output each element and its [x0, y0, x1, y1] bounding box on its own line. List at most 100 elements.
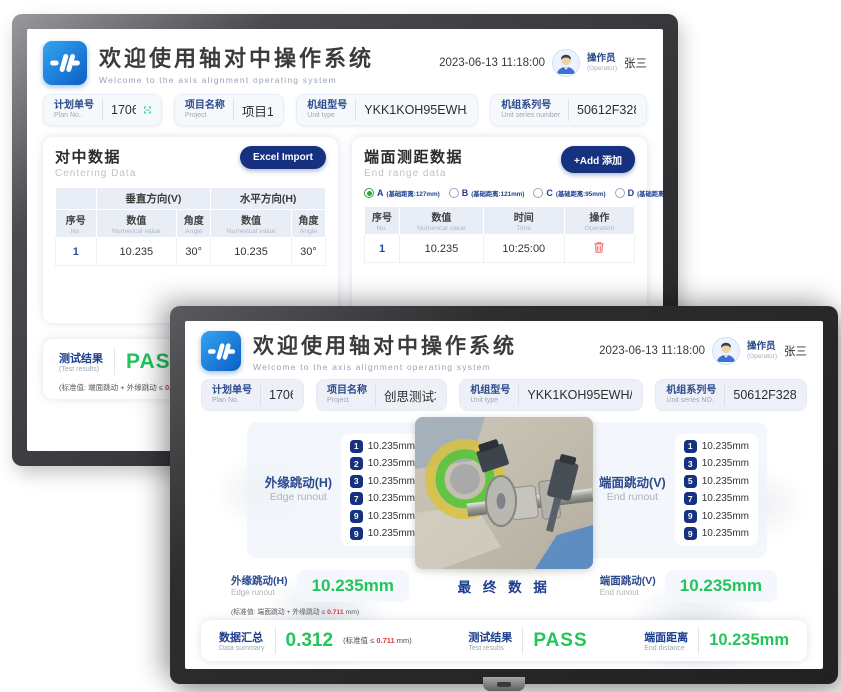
cell-value-h: 10.235	[211, 238, 292, 266]
end-distance-value: 10.235mm	[709, 631, 789, 650]
cell-no: 1	[365, 235, 400, 263]
add-button[interactable]: +Add 添加	[561, 146, 635, 173]
end-range-table: 序号No. 数值Numerical value 时间Time 操作Operati…	[364, 206, 635, 263]
edge-runout-final-sublabel: Edge runout	[231, 588, 288, 598]
test-result-sublabel: (Test results)	[59, 366, 103, 373]
unit-serial-label: 机组系列号	[501, 100, 560, 112]
excel-import-button[interactable]: Excel Import	[240, 146, 326, 169]
edge-runout-final-label: 外缘跳动(H)	[231, 575, 288, 588]
screen-2: 欢迎使用轴对中操作系统 Welcome to the axis alignmen…	[185, 321, 823, 669]
cell-no: 1	[56, 238, 97, 266]
project-value: 创思测试项目	[384, 386, 436, 405]
end-runout-final-value: 10.235mm	[665, 570, 777, 602]
project-sublabel: Project	[327, 397, 367, 405]
app-logo	[201, 331, 241, 371]
list-item: 510.235mm	[684, 475, 749, 488]
cell-angle-h: 30°	[291, 238, 325, 266]
screen1-header: 欢迎使用轴对中操作系统 Welcome to the axis alignmen…	[43, 41, 647, 85]
end-runout-final-sublabel: End runout	[600, 588, 656, 598]
operator-block: 操作员 (Operator)	[747, 342, 777, 360]
cell-time: 10:25:00	[483, 235, 564, 263]
page-title: 欢迎使用轴对中操作系统	[99, 41, 374, 73]
unit-serial-sublabel: Unit series number	[501, 112, 560, 120]
list-item: 710.235mm	[684, 492, 749, 505]
end-runout-label: 端面跳动(V)	[590, 476, 675, 492]
col-no: 序号No.	[56, 210, 97, 238]
project-field[interactable]: 项目名称 Project 项目1	[174, 94, 284, 126]
project-sublabel: Project	[185, 112, 225, 120]
unit-type-label: 机组型号	[307, 100, 347, 112]
centering-data-panel: 对中数据 Centering Data Excel Import 垂直方向(V)…	[43, 137, 338, 323]
unit-serial-label: 机组系列号	[666, 385, 716, 397]
operator-sublabel: (Operator)	[747, 353, 777, 360]
screen1-fields-row: 计划单号 Plan No.. 170623 项目名称 Project 项目1 机…	[43, 94, 647, 126]
col-no: 序号No.	[365, 207, 400, 235]
plan-no-label: 计划单号	[54, 100, 94, 112]
end-runout-final-label: 端面跳动(V)	[600, 575, 656, 588]
edge-runout-values: 110.235mm 210.235mm 310.235mm 710.235mm …	[341, 434, 424, 547]
test-result-value: PASS	[533, 630, 587, 652]
radio-dot-icon	[449, 188, 459, 198]
datetime: 2023-06-13 11:18:00	[439, 57, 545, 69]
trash-icon	[593, 241, 605, 254]
unit-serial-value: 50612F32804193	[577, 103, 636, 117]
radio-b[interactable]: B(基础距离:121mm)	[449, 188, 525, 198]
plan-no-value: 170623	[269, 388, 293, 402]
data-summary-card: 数据汇总 Data summary 0.312 (标准值 ≤ 0.711 mm)…	[201, 620, 807, 661]
project-field[interactable]: 项目名称 Project 创思测试项目	[316, 379, 447, 411]
unit-type-sublabel: Unit type	[307, 112, 347, 120]
table-row: 1 10.235 30° 10.235 30°	[56, 238, 326, 266]
plan-no-field[interactable]: 计划单号 Plan No.. 170623	[43, 94, 162, 126]
unit-serial-field[interactable]: 机组系列号 Unit series number 50612F32804193	[490, 94, 647, 126]
unit-type-field[interactable]: 机组型号 Unit type YKK1KOH95EWH/R022BERL	[296, 94, 478, 126]
operator-label: 操作员	[587, 54, 617, 64]
end-runout-sublabel: End runout	[590, 491, 675, 504]
page-subtitle: Welcome to the axis alignment operating …	[99, 75, 374, 85]
unit-type-sublabel: Unit type	[470, 397, 510, 405]
horizontal-group-header: 水平方向(H)	[211, 188, 326, 210]
centering-table: 垂直方向(V) 水平方向(H) 序号No. 数值Numerical value …	[55, 187, 326, 266]
cell-value-v: 10.235	[96, 238, 177, 266]
list-item: 710.235mm	[350, 492, 415, 505]
unit-serial-field[interactable]: 机组系列号 Unit series NO. 50612F32804193	[655, 379, 807, 411]
radio-c[interactable]: C(基础距离:95mm)	[533, 188, 605, 198]
test-result-sublabel: Test results	[468, 645, 512, 652]
unit-type-field[interactable]: 机组型号 Unit type YKK1KOH95EWH/R022BERL	[459, 379, 643, 411]
data-summary-standard: (标准值 ≤ 0.711 mm)	[343, 635, 412, 646]
radio-a[interactable]: A(基础距离:127mm)	[364, 188, 440, 198]
page: 欢迎使用轴对中操作系统 Welcome to the axis alignmen…	[0, 0, 841, 692]
centering-title: 对中数据	[55, 146, 136, 167]
scan-icon[interactable]	[144, 104, 151, 116]
operator-sublabel: (Operator)	[587, 65, 617, 72]
end-runout-values: 110.235mm 310.235mm 510.235mm 710.235mm …	[675, 434, 758, 547]
monitor-2-bezel: 欢迎使用轴对中操作系统 Welcome to the axis alignmen…	[170, 306, 838, 684]
screen2-fields-row: 计划单号 Plan No. 170623 项目名称 Project 创思测试项目…	[201, 379, 807, 411]
edge-runout-card: 外缘跳动(H) Edge runout 110.235mm 210.235mm …	[247, 422, 433, 558]
page-title: 欢迎使用轴对中操作系统	[253, 330, 517, 360]
unit-serial-sublabel: Unit series NO.	[666, 397, 716, 405]
test-result-label: 测试结果	[59, 350, 103, 366]
radio-d[interactable]: D(基础距离:89mm)	[615, 188, 663, 198]
screen2-header: 欢迎使用轴对中操作系统 Welcome to the axis alignmen…	[201, 329, 807, 373]
project-label: 项目名称	[327, 385, 367, 397]
vertical-group-header: 垂直方向(V)	[96, 188, 211, 210]
operator-block: 操作员 (Operator)	[587, 54, 617, 72]
cell-angle-v: 30°	[177, 238, 211, 266]
endrange-subtitle: End range data	[364, 168, 463, 179]
monitor-stand	[483, 677, 525, 691]
col-value-v: 数值Numerical value	[96, 210, 177, 238]
project-label: 项目名称	[185, 100, 225, 112]
list-item: 310.235mm	[350, 475, 415, 488]
centering-subtitle: Centering Data	[55, 168, 136, 179]
machine-photo	[415, 417, 593, 569]
edge-runout-sublabel: Edge runout	[256, 491, 341, 504]
delete-row-button[interactable]	[589, 240, 609, 258]
table-row: 1 10.235 10:25:00	[365, 235, 635, 263]
axis-logo-icon	[48, 46, 82, 80]
unit-serial-value: 50612F32804193	[733, 388, 796, 402]
operator-avatar	[712, 337, 740, 365]
end-distance-sublabel: End distance	[644, 645, 688, 652]
plan-no-field[interactable]: 计划单号 Plan No. 170623	[201, 379, 304, 411]
final-data-title: 最 终 数 据	[418, 576, 591, 596]
col-time: 时间Time	[483, 207, 564, 235]
